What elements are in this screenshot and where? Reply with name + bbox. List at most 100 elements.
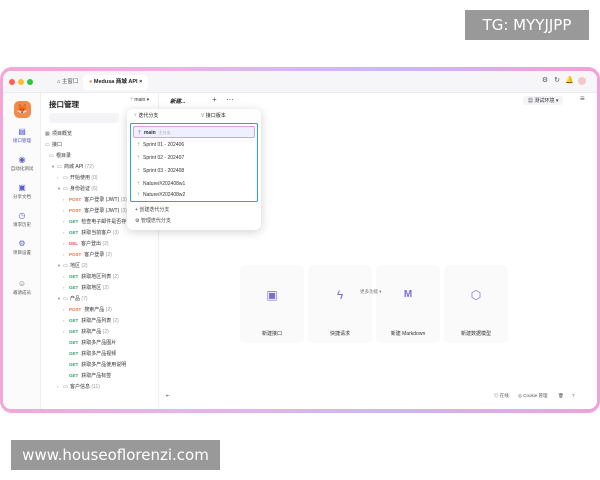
branch-dropdown: ᛘ 迭代分支 V 接口版本 ᛘ main 主分支 ᛘ Sprint 01 - 2024… xyxy=(127,109,261,230)
card-new-api[interactable]: ▣ 新建接口 xyxy=(240,265,304,343)
tree-endpoint[interactable]: › GET 获取地区列表 (2) xyxy=(41,272,159,282)
watermark-bottom: www.houseoflorenzi.com xyxy=(11,440,220,470)
refresh-icon[interactable]: ↻ xyxy=(553,77,561,85)
tab-api-version[interactable]: V 接口版本 xyxy=(201,111,226,121)
card-new-markdown[interactable]: M 新建 Markdown xyxy=(376,265,440,343)
branch-item[interactable]: ᛘ Nature/#202408w2 xyxy=(133,189,255,201)
tree-endpoint[interactable]: GET 获取多产品使用说明 xyxy=(41,360,159,370)
rail-item-invite[interactable]: ☺ 邀请成员 xyxy=(3,279,41,296)
tree-endpoint[interactable]: GET 获取多产品图片 xyxy=(41,338,159,348)
tree-folder[interactable]: ▼ ▭ 产品 (7) xyxy=(41,294,159,304)
overview-icon: ▦ xyxy=(45,131,50,137)
nav-rail: 🦊 ▤ 接口管理 ◉ 自动化测试 ▣ 分享文档 ◷ 请求历史 ⚙ 项目设置 ☺ 邀请成员 xyxy=(3,93,41,409)
tree-folder[interactable]: › ▭ 客户信息 (11) xyxy=(41,382,159,392)
main-toolbar: ᛘ main ▾ 新建... + ⋯ ▦ 测试环境 ▾ ≡ xyxy=(128,93,597,109)
gear-icon: ⚙ xyxy=(135,218,140,224)
branch-item-main[interactable]: ᛘ main 主分支 xyxy=(133,126,255,138)
project-logo[interactable]: 🦊 xyxy=(14,101,31,118)
folder-icon: ▭ xyxy=(63,263,68,269)
online-icon: ◎ xyxy=(494,393,499,398)
card-quick-request[interactable]: ϟ 快捷请求 xyxy=(308,265,372,343)
home-icon: ⌂ xyxy=(57,79,61,85)
branch-icon: ᛘ xyxy=(134,113,138,119)
tab-medusa-api[interactable]: ● Medusa 商城 API × xyxy=(83,75,149,90)
branch-item[interactable]: ᛘ Sprint 02 - 202407 xyxy=(133,152,255,164)
test-icon: ◉ xyxy=(18,155,26,164)
tab-branches[interactable]: ᛘ 迭代分支 xyxy=(134,111,158,121)
settings-icon[interactable]: ⚙ xyxy=(541,77,549,85)
settings-icon: ⚙ xyxy=(18,239,26,248)
markdown-icon: M xyxy=(403,289,413,300)
menu-icon[interactable]: ≡ xyxy=(580,94,585,103)
branch-icon: ᛘ xyxy=(130,97,134,103)
collapse-icon[interactable]: ⇤ xyxy=(166,393,170,399)
manage-branches-button[interactable]: ⚙ 管理迭代分支 xyxy=(135,217,171,224)
cookie-icon: ◎ xyxy=(518,393,522,398)
folder-icon: ▭ xyxy=(45,142,50,148)
bolt-icon: ϟ xyxy=(336,288,344,302)
folder-icon: ▭ xyxy=(63,384,68,390)
cube-icon: ⬡ xyxy=(470,288,482,302)
rail-item-history[interactable]: ◷ 请求历史 xyxy=(3,211,41,228)
tree-endpoint[interactable]: › GET 获取产品 (2) xyxy=(41,327,159,337)
bell-icon[interactable]: 🔔 xyxy=(565,77,574,85)
app-icon: ● xyxy=(89,79,93,85)
cookie-manager[interactable]: ◎ Cookie 管理 xyxy=(518,393,547,399)
version-icon: V xyxy=(201,113,205,119)
branch-selector[interactable]: ᛘ main ▾ xyxy=(130,97,149,103)
folder-icon: ▭ xyxy=(57,164,62,170)
branch-icon: ᛘ xyxy=(137,155,141,161)
close-tab-icon[interactable]: × xyxy=(139,79,142,85)
branch-icon: ᛘ xyxy=(137,181,141,187)
rail-item-test[interactable]: ◉ 自动化测试 xyxy=(3,155,41,172)
tree-endpoint[interactable]: GET 获取多产品视频 xyxy=(41,349,159,359)
chevron-down-icon: ▾ xyxy=(146,97,150,103)
chevron-down-icon: ▾ xyxy=(555,98,559,104)
plus-icon: + xyxy=(135,207,138,213)
close-dot[interactable] xyxy=(9,79,15,85)
environment-selector[interactable]: ▦ 测试环境 ▾ xyxy=(523,96,564,105)
new-tab[interactable]: 新建... xyxy=(170,97,186,105)
rail-item-doc[interactable]: ▣ 分享文档 xyxy=(3,183,41,200)
doc-icon: ▣ xyxy=(18,183,26,192)
tree-endpoint[interactable]: › DEL 客户登出 (2) xyxy=(41,239,159,249)
tree-endpoint[interactable]: › POST 客户登录 (2) xyxy=(41,250,159,260)
status-bar: ⇤ ◎ 在线 ◎ Cookie 管理 🗑 ? xyxy=(156,383,597,409)
tree-endpoint[interactable]: › GET 获取地区 (2) xyxy=(41,283,159,293)
minimize-dot[interactable] xyxy=(18,79,24,85)
tree-endpoint[interactable]: › GET 获取产品列表 (2) xyxy=(41,316,159,326)
online-status[interactable]: ◎ 在线 xyxy=(494,393,509,399)
tree-folder[interactable]: ▼ ▭ 地区 (2) xyxy=(41,261,159,271)
trash-icon[interactable]: 🗑 xyxy=(558,393,564,399)
search-input[interactable] xyxy=(49,113,119,123)
more-features-link[interactable]: 更多功能 ▾ xyxy=(360,289,382,295)
app-window: ⌂ 主窗口 ● Medusa 商城 API × ⚙ ↻ 🔔 🦊 ▤ 接口管理 ◉ 自… xyxy=(3,71,597,409)
branch-icon: ᛘ xyxy=(137,142,141,148)
panel-title: 接口管理 xyxy=(49,100,79,109)
help-icon[interactable]: ? xyxy=(572,393,575,398)
maximize-dot[interactable] xyxy=(27,79,33,85)
rail-item-api[interactable]: ▤ 接口管理 xyxy=(3,127,41,144)
tab-main-window[interactable]: ⌂ 主窗口 xyxy=(51,75,84,90)
branch-item[interactable]: ᛘ Sprint 01 - 202406 xyxy=(133,139,255,151)
title-bar: ⌂ 主窗口 ● Medusa 商城 API × ⚙ ↻ 🔔 xyxy=(3,71,597,93)
branch-item[interactable]: ᛘ Sprint 03 - 202408 xyxy=(133,165,255,177)
api-icon: ▤ xyxy=(18,127,26,136)
branch-icon: ᛘ xyxy=(138,130,142,136)
invite-icon: ☺ xyxy=(17,279,27,288)
branch-icon: ᛘ xyxy=(137,168,141,174)
chevron-down-icon: ▾ xyxy=(379,289,382,294)
folder-icon: ▭ xyxy=(63,186,68,192)
new-api-icon: ▣ xyxy=(266,288,278,302)
branch-list: ᛘ main 主分支 ᛘ Sprint 01 - 202406 ᛘ Sprint 02 … xyxy=(130,123,258,202)
folder-icon: ▭ xyxy=(63,296,68,302)
create-branch-button[interactable]: + 创建迭代分支 xyxy=(135,206,169,213)
avatar[interactable] xyxy=(578,77,586,85)
card-new-data-model[interactable]: ⬡ 新建数据模型 xyxy=(444,265,508,343)
tree-endpoint[interactable]: GET 获取产品标签 xyxy=(41,371,159,381)
watermark-top: TG: MYYJJPP xyxy=(465,10,589,40)
add-tab-button[interactable]: + xyxy=(212,95,217,104)
tree-endpoint[interactable]: › POST 搜索产品 (2) xyxy=(41,305,159,315)
rail-item-settings[interactable]: ⚙ 项目设置 xyxy=(3,239,41,256)
more-icon[interactable]: ⋯ xyxy=(226,95,234,104)
